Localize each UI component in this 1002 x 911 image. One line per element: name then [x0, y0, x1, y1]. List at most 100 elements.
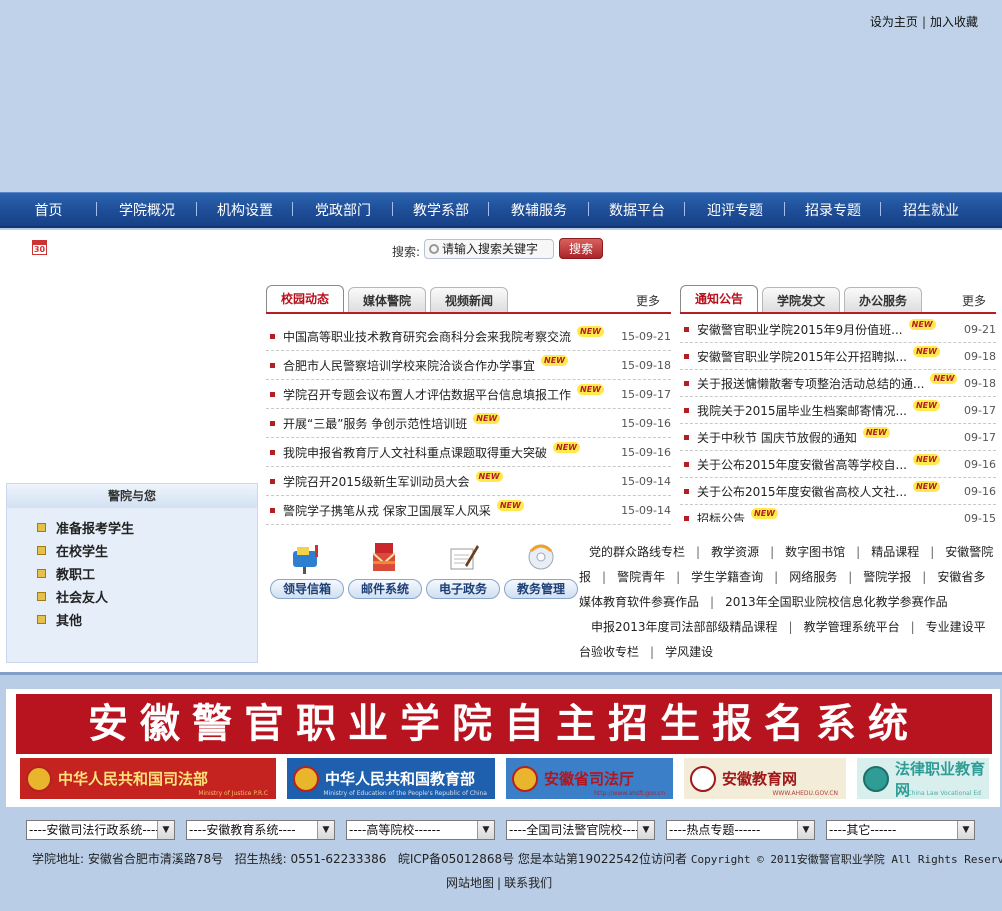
footer-hotline: 招生热线: 0551-62233386 — [234, 852, 387, 866]
new-badge-icon: NEW — [751, 507, 778, 519]
sidebar-item-other[interactable]: 其他 — [37, 608, 257, 631]
list-item[interactable]: 关于公布2015年度安徽省高等学校自... NEW 09-16 — [680, 451, 996, 478]
nav-item-services[interactable]: 教辅服务 — [489, 200, 589, 220]
new-badge-icon: NEW — [577, 383, 604, 395]
notice-date: 09-18 — [964, 376, 996, 390]
quick-link[interactable]: 学生学籍查询 — [691, 570, 763, 584]
set-home-link[interactable]: 设为主页 — [870, 15, 918, 29]
calendar-icon[interactable]: 30 — [32, 240, 47, 255]
service-leader-mailbox[interactable]: 领导信箱 — [268, 535, 346, 599]
list-item[interactable]: 关于中秋节 国庆节放假的通知 NEW 09-17 — [680, 424, 996, 451]
list-item[interactable]: 合肥市人民警察培训学校来院洽谈合作办学事宜 NEW 15-09-18 — [266, 351, 671, 380]
tab-office-services[interactable]: 办公服务 — [844, 287, 923, 313]
news-date: 15-09-14 — [621, 474, 671, 488]
search-button[interactable]: 搜索 — [559, 238, 604, 259]
logo-subtext: China Law Vocational Ed — [907, 790, 981, 797]
list-item[interactable]: 招标公告 NEW 09-15 — [680, 505, 996, 522]
select-hot-topics[interactable]: ----热点专题------ ▼ — [666, 820, 815, 840]
select-anhui-education[interactable]: ----安徽教育系统---- ▼ — [186, 820, 335, 840]
tab-campus-news[interactable]: 校园动态 — [266, 285, 345, 313]
logo-text: 中华人民共和国教育部 — [325, 770, 476, 788]
nav-item-party[interactable]: 党政部门 — [293, 200, 393, 220]
select-police-academies[interactable]: ----全国司法警官院校---- ▼ — [506, 820, 655, 840]
search-input[interactable]: 请输入搜索关键字 — [424, 238, 555, 259]
logo-anhui-education-net[interactable]: 安徽教育网 WWW.AHEDU.GOV.CN — [684, 758, 846, 799]
service-academic-affairs[interactable]: 教务管理 — [502, 535, 580, 599]
quick-link[interactable]: 警院学报 — [863, 570, 911, 584]
select-other[interactable]: ----其它------ ▼ — [826, 820, 975, 840]
list-item[interactable]: 学院召开专题会议布置人才评估数据平台信息填报工作 NEW 15-09-17 — [266, 380, 671, 409]
contact-link[interactable]: 联系我们 — [504, 876, 552, 890]
sidebar-item-label: 准备报考学生 — [56, 522, 135, 537]
logo-anhui-justice-dept[interactable]: 安徽省司法厅 http://www.ahsft.gov.cn — [506, 758, 673, 799]
quick-link[interactable]: 2013年全国职业院校信息化教学参赛作品 — [725, 595, 948, 609]
logo-ministry-of-education[interactable]: 中华人民共和国教育部 Ministry of Education of the … — [287, 758, 495, 799]
separator: | — [602, 570, 607, 584]
notice-title: 我院关于2015届毕业生档案邮寄情况... — [697, 403, 907, 418]
list-item[interactable]: 关于公布2015年度安徽省高校人文社... NEW 09-16 — [680, 478, 996, 505]
footer-links: 网站地图 | 联系我们 — [446, 874, 552, 891]
select-universities[interactable]: ----高等院校------ ▼ — [346, 820, 495, 840]
bullet-icon — [270, 362, 275, 368]
sidebar-item-staff[interactable]: 教职工 — [37, 562, 257, 585]
separator: | — [650, 645, 655, 659]
list-item[interactable]: 开展“三最”服务 争创示范性培训班 NEW 15-09-16 — [266, 409, 671, 438]
nav-item-recruit[interactable]: 招录专题 — [785, 200, 881, 220]
service-mail-system[interactable]: 邮件系统 — [346, 535, 424, 599]
logo-ministry-of-justice[interactable]: 中华人民共和国司法部 Ministry of Justice P.R.C — [20, 758, 276, 799]
list-item[interactable]: 警院学子携笔从戎 保家卫国展军人风采 NEW 15-09-14 — [266, 496, 671, 525]
list-item[interactable]: 关于报送慵懒散奢专项整治活动总结的通... NEW 09-18 — [680, 370, 996, 397]
separator: | — [497, 876, 502, 890]
sidebar-item-students[interactable]: 在校学生 — [37, 539, 257, 562]
select-anhui-justice[interactable]: ----安徽司法行政系统---- ▼ — [26, 820, 175, 840]
enrollment-system-banner[interactable]: 安徽警官职业学院自主招生报名系统 — [16, 694, 992, 754]
bullet-icon — [684, 515, 689, 521]
quick-link[interactable]: 精品课程 — [871, 545, 919, 559]
bullet-icon — [37, 592, 46, 601]
list-item[interactable]: 安徽警官职业学院2015年9月份值班... NEW 09-21 — [680, 316, 996, 343]
quick-link[interactable]: 数字图书馆 — [785, 545, 845, 559]
list-item[interactable]: 我院关于2015届毕业生档案邮寄情况... NEW 09-17 — [680, 397, 996, 424]
sidebar-item-friends[interactable]: 社会友人 — [37, 585, 257, 608]
list-item[interactable]: 我院申报省教育厅人文社科重点课题取得重大突破 NEW 15-09-16 — [266, 438, 671, 467]
nav-item-overview[interactable]: 学院概况 — [97, 200, 197, 220]
quick-link[interactable]: 警院青年 — [617, 570, 665, 584]
quick-link[interactable]: 学风建设 — [665, 645, 713, 659]
quick-link[interactable]: 教学管理系统平台 — [804, 620, 900, 634]
notice-more-link[interactable]: 更多 — [962, 292, 986, 309]
nav-item-data[interactable]: 数据平台 — [589, 200, 685, 220]
document-pen-icon — [424, 535, 502, 575]
quick-link[interactable]: 党的群众路线专栏 — [589, 545, 685, 559]
nav-item-org[interactable]: 机构设置 — [197, 200, 293, 220]
news-date: 15-09-14 — [621, 503, 671, 517]
separator: | — [922, 570, 927, 584]
tab-notices[interactable]: 通知公告 — [680, 285, 759, 313]
tab-documents[interactable]: 学院发文 — [762, 287, 841, 313]
news-date: 15-09-21 — [621, 329, 671, 343]
select-value: ----安徽司法行政系统---- — [29, 823, 160, 837]
service-e-government[interactable]: 电子政务 — [424, 535, 502, 599]
add-favorite-link[interactable]: 加入收藏 — [930, 15, 978, 29]
sitemap-link[interactable]: 网站地图 — [446, 876, 494, 890]
nav-item-departments[interactable]: 教学系部 — [393, 200, 489, 220]
bullet-icon — [684, 488, 689, 494]
quick-link[interactable]: 网络服务 — [789, 570, 837, 584]
tab-media[interactable]: 媒体警院 — [348, 287, 427, 313]
nav-item-employment[interactable]: 招生就业 — [881, 200, 981, 220]
chevron-down-icon: ▼ — [797, 821, 814, 839]
news-more-link[interactable]: 更多 — [636, 292, 660, 309]
service-label: 电子政务 — [426, 579, 500, 599]
nav-item-home[interactable]: 首页 — [0, 200, 97, 220]
quick-link[interactable]: 申报2013年度司法部部级精品课程 — [591, 620, 778, 634]
quick-link[interactable]: 教学资源 — [711, 545, 759, 559]
nav-item-evaluation[interactable]: 迎评专题 — [685, 200, 785, 220]
notice-list: 安徽警官职业学院2015年9月份值班... NEW 09-21 安徽警官职业学院20… — [680, 316, 996, 522]
list-item[interactable]: 中国高等职业技术教育研究会商科分会来我院考察交流 NEW 15-09-21 — [266, 322, 671, 351]
sidebar-item-prospective[interactable]: 准备报考学生 — [37, 516, 257, 539]
tab-video-news[interactable]: 视频新闻 — [430, 287, 509, 313]
list-item[interactable]: 安徽警官职业学院2015年公开招聘拟... NEW 09-18 — [680, 343, 996, 370]
logo-law-vocational-education[interactable]: 法律职业教育网 China Law Vocational Ed — [857, 758, 989, 799]
separator: | — [856, 545, 861, 559]
list-item[interactable]: 学院召开2015级新生军训动员大会 NEW 15-09-14 — [266, 467, 671, 496]
separator: | — [676, 570, 681, 584]
